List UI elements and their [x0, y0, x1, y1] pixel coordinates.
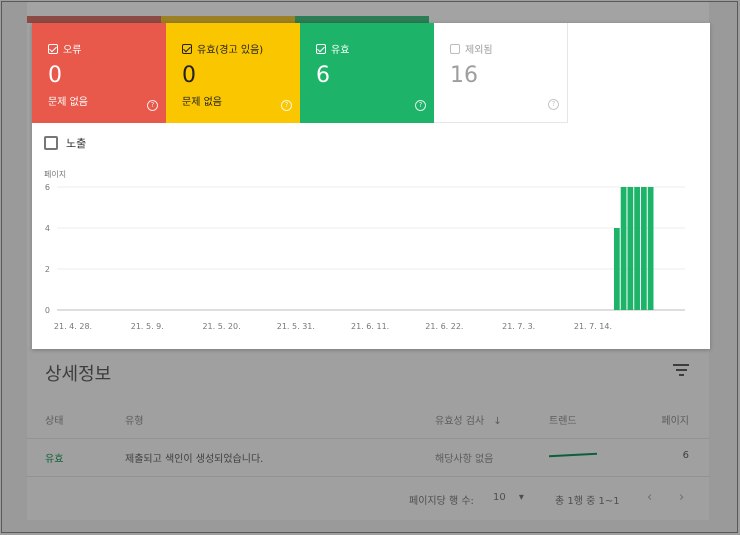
column-pages[interactable]: 페이지 — [661, 412, 689, 427]
x-tick-label: 21. 5. 20. — [202, 322, 240, 331]
tile-error-label: 오류 — [63, 45, 82, 56]
tile-warning-sub: 문제 없음 — [182, 97, 222, 108]
tile-error-count: 0 — [48, 63, 62, 88]
row-trend-sparkline — [548, 452, 598, 458]
row-status: 유효 — [45, 454, 64, 465]
column-validation-label: 유효성 검사 — [435, 416, 485, 427]
rows-per-page-value: 10 — [493, 492, 506, 503]
dropdown-caret-icon: ▾ — [518, 492, 524, 503]
tile-warning-label: 유효(경고 있음) — [197, 45, 264, 56]
tile-error-header: 오류 — [48, 41, 81, 56]
y-tick-label: 0 — [45, 306, 50, 315]
column-trend[interactable]: 트렌드 — [549, 412, 577, 427]
sort-arrow-down-icon: ↓ — [493, 416, 502, 427]
x-tick-label: 21. 5. 31. — [277, 322, 315, 331]
checkbox-checked-icon[interactable] — [182, 43, 192, 54]
stripe-error — [27, 16, 161, 23]
x-tick-label: 21. 7. 3. — [502, 322, 535, 331]
chart-bar[interactable] — [634, 187, 640, 310]
tile-valid-label: 유효 — [331, 45, 350, 56]
tile-warning-count: 0 — [182, 63, 196, 88]
rows-per-page-select[interactable]: 10 ▾ — [493, 492, 524, 503]
rows-per-page-label: 페이지당 행 수: — [409, 496, 474, 507]
y-tick-label: 2 — [45, 265, 50, 274]
chart-bar[interactable] — [613, 228, 620, 310]
checkbox-unchecked-icon[interactable] — [44, 136, 58, 150]
help-icon[interactable]: ? — [147, 100, 158, 111]
x-tick-label: 21. 6. 11. — [351, 322, 389, 331]
screenshot-frame: 상세정보 상태 유형 유효성 검사 ↓ 트렌드 페이지 유효 제출되고 색인이 … — [1, 1, 738, 533]
checkbox-checked-icon[interactable] — [316, 43, 326, 54]
checkbox-unchecked-icon[interactable] — [450, 43, 460, 54]
row-validation: 해당사항 없음 — [435, 454, 494, 465]
x-tick-label: 21. 5. 9. — [131, 322, 164, 331]
row-pages: 6 — [682, 450, 689, 461]
pages-chart: 0 2 4 6 21. 4. 28. 21. 5. 9. 21. 5. 20. 21. 5. … — [45, 183, 685, 331]
row-type: 제출되고 색인이 생성되었습니다. — [125, 454, 264, 465]
checkbox-checked-icon[interactable] — [48, 43, 58, 54]
impressions-toggle[interactable]: 노출 — [44, 135, 86, 151]
y-tick-label: 4 — [45, 224, 50, 233]
status-stripes — [27, 16, 429, 23]
x-tick-label: 21. 7. 14. — [574, 322, 612, 331]
chart-bar[interactable] — [640, 187, 647, 310]
row-divider — [27, 476, 709, 477]
filter-icon[interactable] — [673, 364, 689, 376]
help-icon[interactable]: ? — [548, 99, 559, 110]
x-tick-label: 21. 6. 22. — [425, 322, 463, 331]
tile-warning-header: 유효(경고 있음) — [182, 41, 263, 56]
pagination-range: 총 1행 중 1~1 — [555, 496, 620, 507]
row-divider — [27, 438, 709, 439]
column-type[interactable]: 유형 — [125, 412, 143, 427]
tile-excluded[interactable]: 제외됨 16 ? — [434, 23, 568, 123]
tile-valid-header: 유효 — [316, 41, 349, 56]
tile-excluded-count: 16 — [450, 63, 478, 88]
tile-valid[interactable]: 유효 6 ? — [300, 23, 434, 123]
tile-excluded-header: 제외됨 — [450, 41, 493, 56]
next-page-icon[interactable]: › — [679, 490, 684, 505]
details-title: 상세정보 — [45, 364, 112, 385]
stripe-valid — [295, 16, 429, 23]
tile-error-sub: 문제 없음 — [48, 97, 88, 108]
column-validation[interactable]: 유효성 검사 ↓ — [435, 412, 502, 427]
impressions-label: 노출 — [66, 137, 87, 150]
prev-page-icon[interactable]: ‹ — [647, 490, 652, 505]
chart-bar[interactable] — [647, 187, 654, 310]
x-tick-label: 21. 4. 28. — [54, 322, 92, 331]
column-status[interactable]: 상태 — [45, 412, 63, 427]
details-panel: 상세정보 상태 유형 유효성 검사 ↓ 트렌드 페이지 유효 제출되고 색인이 … — [27, 346, 709, 520]
coverage-card: 오류 0 문제 없음 ? 유효(경고 있음) 0 문제 없음 ? 유효 6 ? … — [32, 23, 710, 349]
chart-bar[interactable] — [627, 187, 634, 310]
tile-warning[interactable]: 유효(경고 있음) 0 문제 없음 ? — [166, 23, 300, 123]
tile-valid-count: 6 — [316, 63, 330, 88]
help-icon[interactable]: ? — [415, 100, 426, 111]
y-tick-label: 6 — [45, 183, 50, 192]
chart-bar[interactable] — [620, 187, 627, 310]
tile-error[interactable]: 오류 0 문제 없음 ? — [32, 23, 166, 123]
status-tiles: 오류 0 문제 없음 ? 유효(경고 있음) 0 문제 없음 ? 유효 6 ? … — [32, 23, 568, 123]
tile-excluded-label: 제외됨 — [465, 45, 493, 56]
stripe-warning — [161, 16, 295, 23]
help-icon[interactable]: ? — [281, 100, 292, 111]
